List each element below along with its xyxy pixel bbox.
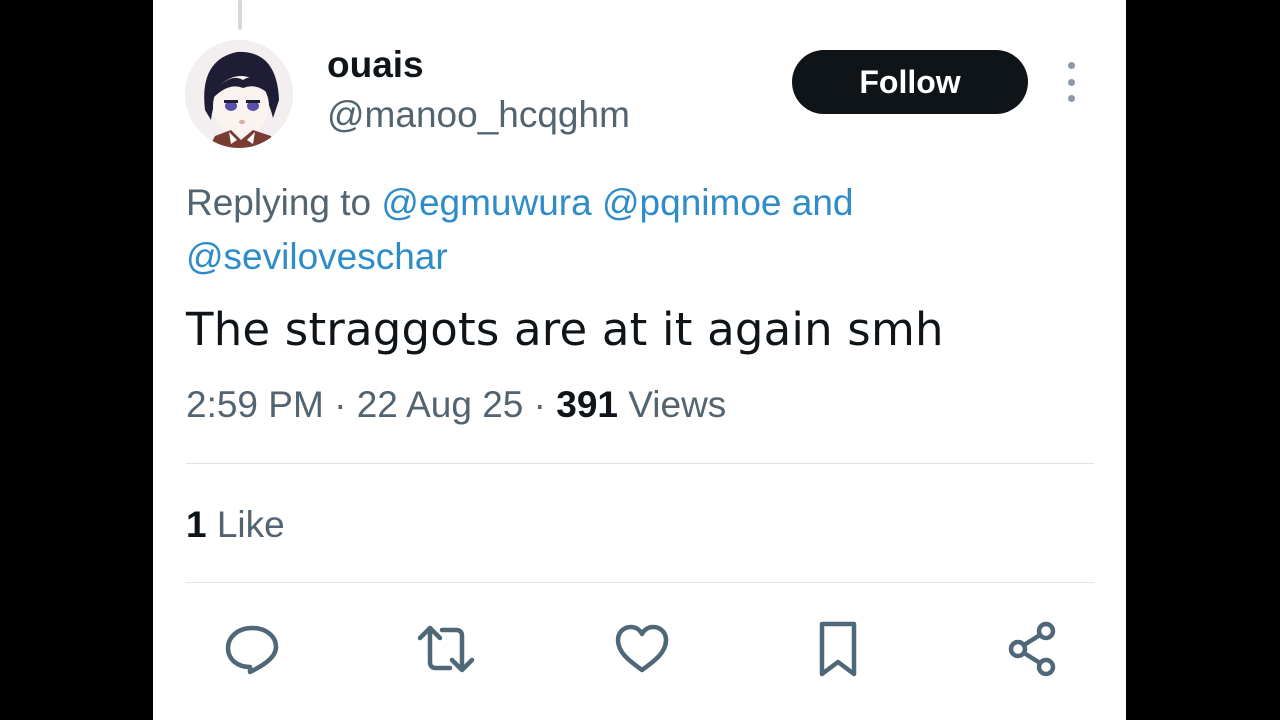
divider (186, 463, 1094, 464)
bookmark-icon[interactable] (808, 620, 868, 678)
more-options-icon[interactable] (1059, 62, 1083, 102)
retweet-icon[interactable] (416, 620, 476, 678)
replying-prefix: Replying to (186, 182, 372, 223)
replying-to: Replying to @egmuwura @pqnimoe and @sevi… (186, 176, 1046, 284)
separator: · (533, 384, 546, 425)
views-label: Views (628, 384, 727, 425)
separator: · (334, 384, 347, 425)
author-handle[interactable]: @manoo_hcqghm (327, 94, 630, 136)
likes-summary[interactable]: 1 Like (186, 504, 285, 546)
share-icon[interactable] (1002, 620, 1062, 678)
mention-link[interactable]: @pqnimoe (602, 182, 782, 223)
tweet-meta: 2:59 PM · 22 Aug 25 · 391 Views (186, 384, 726, 426)
avatar[interactable] (185, 40, 293, 148)
tweet-card: ouais @manoo_hcqghm Follow Replying to @… (153, 0, 1126, 720)
likes-count: 1 (186, 504, 207, 545)
reply-icon[interactable] (222, 620, 282, 678)
divider (186, 582, 1094, 583)
follow-button[interactable]: Follow (792, 50, 1028, 114)
action-bar (186, 620, 1094, 678)
author-name[interactable]: ouais (327, 44, 424, 86)
mention-link[interactable]: @egmuwura (381, 182, 591, 223)
likes-label: Like (216, 504, 285, 545)
tweet-date[interactable]: 22 Aug 25 (357, 384, 524, 425)
thread-line (238, 0, 242, 30)
like-icon[interactable] (612, 620, 672, 678)
tweet-time[interactable]: 2:59 PM (186, 384, 324, 425)
views-count: 391 (556, 384, 618, 425)
replying-joiner[interactable]: and (792, 182, 854, 223)
tweet-text: The straggots are at it again smh (186, 303, 944, 356)
mention-link[interactable]: @seviloveschar (186, 236, 448, 277)
